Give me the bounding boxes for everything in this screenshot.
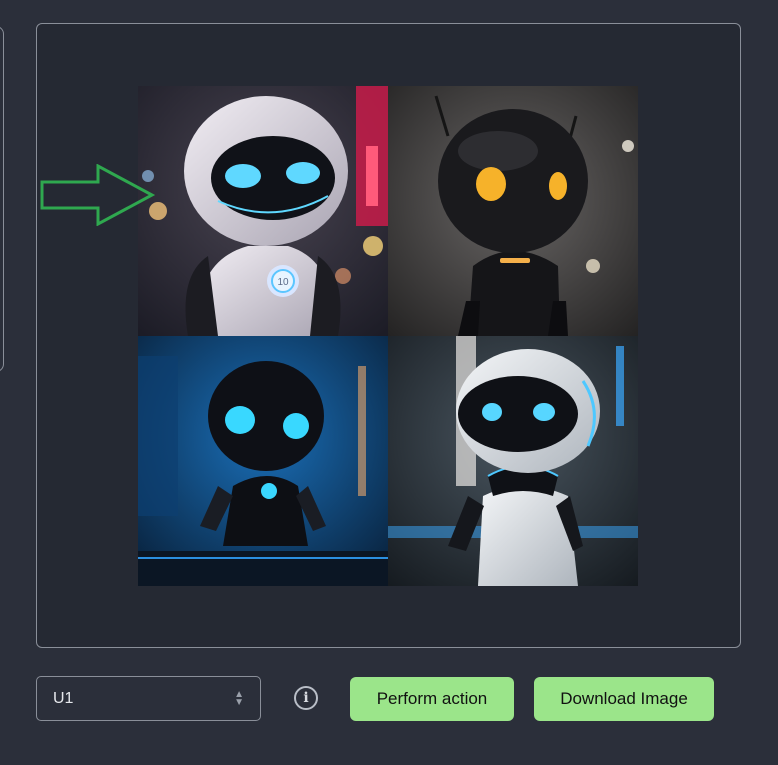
svg-text:10: 10 bbox=[277, 277, 289, 288]
grid-image-u1[interactable]: 10 bbox=[138, 86, 388, 336]
robot-white-blue-image bbox=[388, 336, 638, 586]
download-image-button[interactable]: Download Image bbox=[534, 677, 714, 721]
variant-select-value: U1 bbox=[53, 689, 74, 707]
robot-black-orange-image bbox=[388, 86, 638, 336]
variant-select[interactable]: U1 ▲ ▼ bbox=[36, 676, 261, 721]
select-caret-icon: ▲ ▼ bbox=[234, 688, 244, 708]
info-icon[interactable]: i bbox=[294, 686, 318, 710]
grid-image-u2[interactable] bbox=[388, 86, 638, 336]
left-panel-edge bbox=[0, 26, 4, 372]
grid-image-u4[interactable] bbox=[388, 336, 638, 586]
perform-action-button[interactable]: Perform action bbox=[350, 677, 514, 721]
robot-black-blue-image bbox=[138, 336, 388, 586]
robot-white-image: 10 bbox=[138, 86, 388, 336]
app-page: 10 U1 ▲ ▼ i Perform action Download Imag… bbox=[0, 0, 778, 765]
arrow-right-icon bbox=[40, 164, 156, 226]
grid-image-u3[interactable] bbox=[138, 336, 388, 586]
image-grid[interactable]: 10 bbox=[138, 86, 638, 586]
